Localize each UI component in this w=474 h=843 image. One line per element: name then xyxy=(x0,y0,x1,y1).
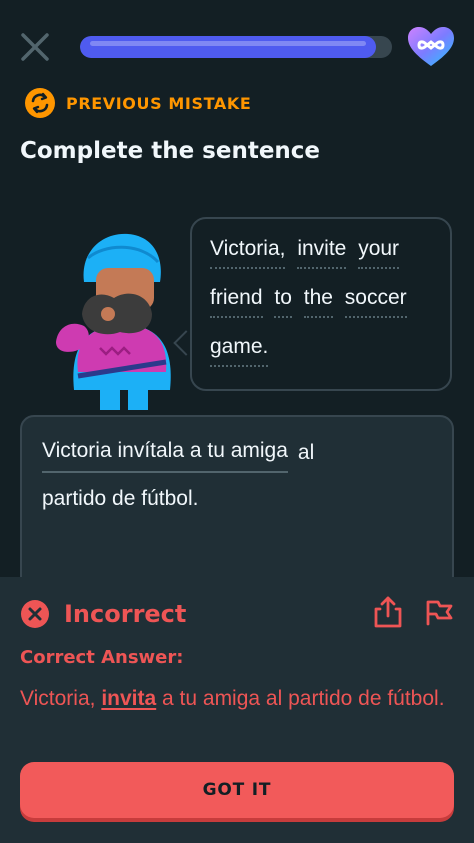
correct-answer-text: Victoria, invita a tu amiga al partido d… xyxy=(20,684,450,714)
prompt-line: friend to the soccer xyxy=(210,286,436,335)
answer-fixed-text-line2: partido de fútbol. xyxy=(42,487,199,510)
correct-answer-prefix: Victoria, xyxy=(20,687,102,710)
correct-answer-label: Correct Answer: xyxy=(20,647,184,668)
prompt-word[interactable]: your xyxy=(358,237,400,269)
prompt-line: game. xyxy=(210,335,436,384)
previous-mistake-badge: PREVIOUS MISTAKE xyxy=(24,86,251,120)
prompt-speech-bubble: Victoria, invite your friend to the socc… xyxy=(190,217,452,391)
correct-answer-suffix: a tu amiga al partido de fútbol. xyxy=(156,687,445,710)
close-icon[interactable] xyxy=(18,30,52,64)
prompt-word[interactable]: invite xyxy=(297,237,347,269)
infinite-hearts-icon[interactable] xyxy=(404,24,458,68)
share-icon[interactable] xyxy=(372,595,404,629)
feedback-sheet: Incorrect Correct Answer: Victoria, invi… xyxy=(0,577,474,843)
feedback-status-text: Incorrect xyxy=(64,600,187,628)
prompt-word[interactable]: soccer xyxy=(344,286,407,318)
prompt-line: Victoria, invite your xyxy=(210,237,436,286)
lesson-progress-fill xyxy=(80,36,377,58)
refresh-icon xyxy=(24,87,56,119)
x-circle-icon xyxy=(20,599,50,629)
prompt-word[interactable]: Victoria, xyxy=(210,237,286,269)
character-illustration xyxy=(44,222,194,418)
badge-label: PREVIOUS MISTAKE xyxy=(66,93,252,113)
prompt-word[interactable]: the xyxy=(303,286,333,318)
flag-icon[interactable] xyxy=(424,597,454,627)
top-bar xyxy=(0,0,474,92)
answer-fixed-text: al xyxy=(297,441,315,464)
got-it-button[interactable]: GOT IT xyxy=(20,762,454,818)
feedback-status: Incorrect xyxy=(20,599,186,629)
answer-line: Victoria invítala a tu amiga al xyxy=(42,439,314,473)
prompt-word[interactable]: to xyxy=(274,286,292,318)
prompt-word[interactable]: friend xyxy=(210,286,263,318)
lesson-progress-bar xyxy=(80,36,392,58)
answer-input[interactable]: Victoria invítala a tu amiga xyxy=(42,439,288,473)
prompt-word[interactable]: game. xyxy=(210,335,269,367)
page-title: Complete the sentence xyxy=(20,138,321,164)
correct-answer-highlight: invita xyxy=(101,687,157,710)
